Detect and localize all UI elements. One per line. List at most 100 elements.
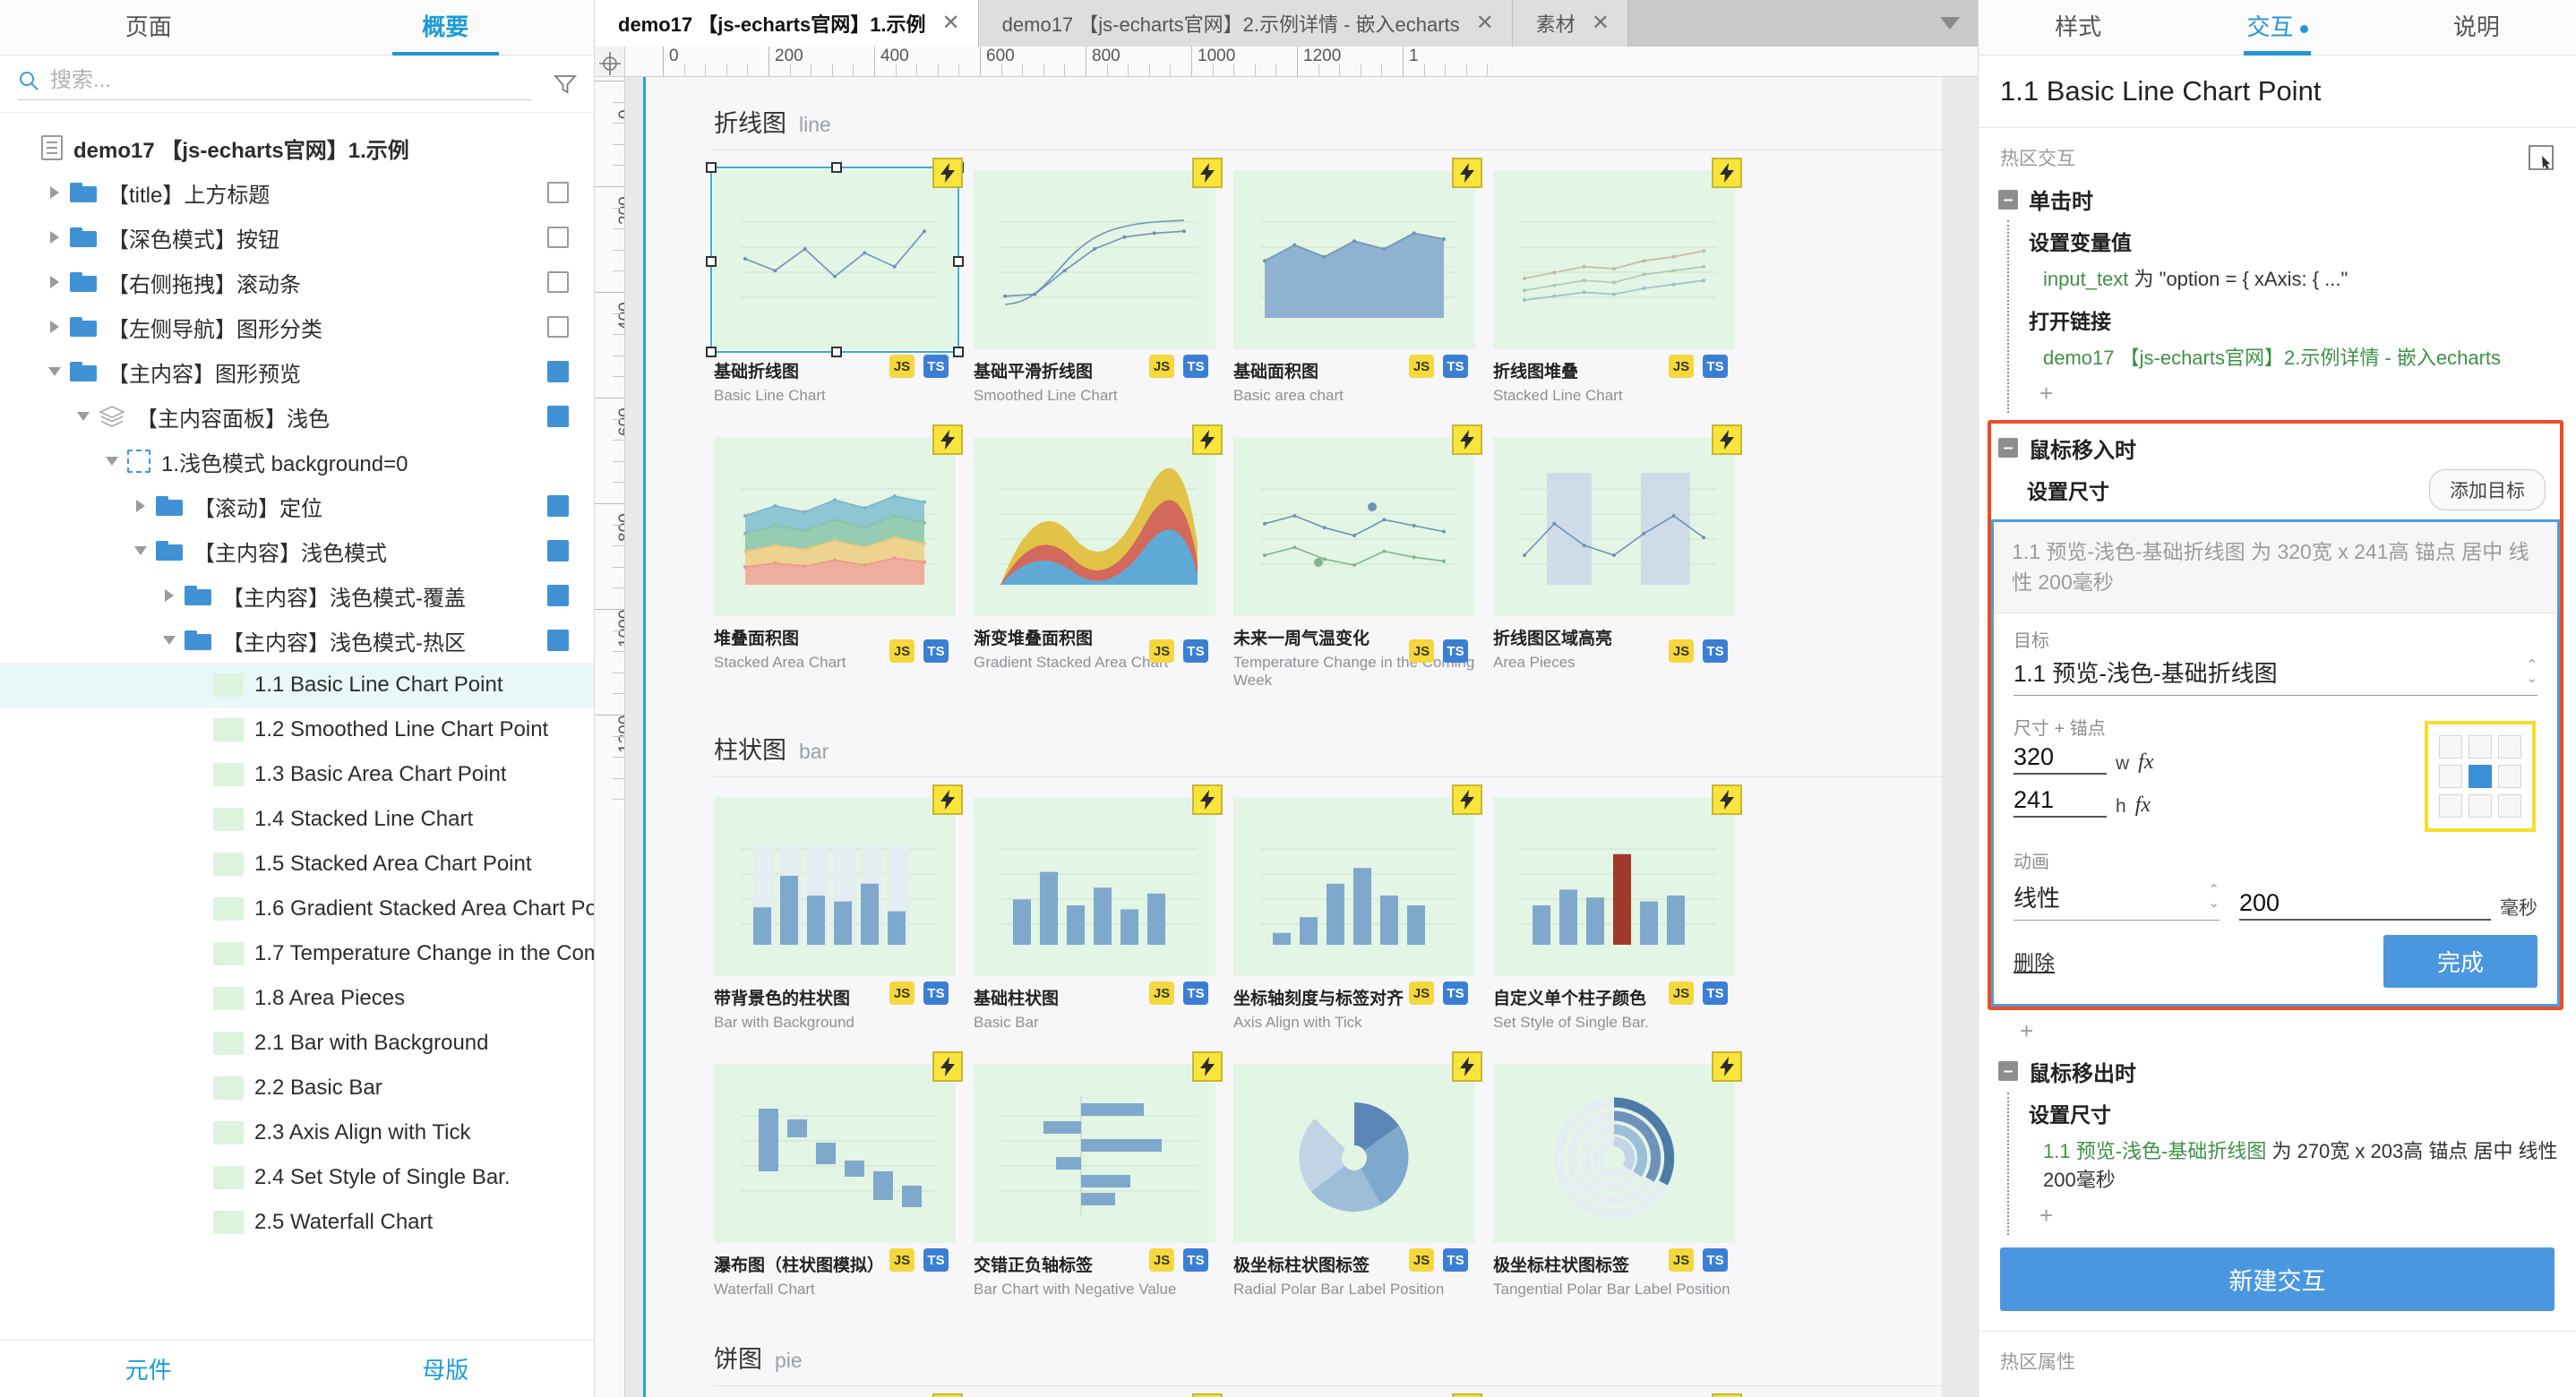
- chevron-right-icon[interactable]: [43, 181, 66, 204]
- tree-item[interactable]: 【左侧导航】图形分类: [0, 304, 594, 349]
- js-badge[interactable]: JS: [1149, 355, 1174, 378]
- interaction-bolt-icon[interactable]: [1712, 1051, 1742, 1082]
- chart-thumbnail[interactable]: [1233, 437, 1475, 616]
- chart-card[interactable]: 带背景色的柱状图 Bar with Background JS TS: [714, 784, 963, 1032]
- ts-badge[interactable]: TS: [1443, 981, 1468, 1005]
- js-badge[interactable]: JS: [1149, 981, 1174, 1005]
- chevron-right-icon[interactable]: [158, 584, 181, 607]
- target-summary[interactable]: 1.1 预览-浅色-基础折线图 为 320宽 x 241高 锚点 居中 线性 2…: [1994, 521, 2557, 613]
- anchor-cell[interactable]: [2439, 734, 2462, 758]
- tree-item[interactable]: 【主内容】图形预览: [0, 349, 594, 394]
- chart-thumbnail[interactable]: [1233, 1064, 1475, 1243]
- ts-badge[interactable]: TS: [1703, 981, 1728, 1005]
- canvas-tab-2[interactable]: 素材 ✕: [1512, 0, 1628, 47]
- canvas-tab-overflow[interactable]: [1628, 0, 1978, 47]
- tree-item[interactable]: 【滚动】定位: [0, 484, 594, 528]
- event-header-click[interactable]: – 单击时: [1979, 178, 2576, 220]
- footer-masters[interactable]: 母版: [297, 1352, 595, 1385]
- chart-card[interactable]: 基础折线图 Basic Line Chart JS TS: [706, 158, 964, 405]
- tree-item[interactable]: 【主内容】浅色模式-热区: [0, 618, 594, 663]
- close-icon[interactable]: ✕: [1592, 13, 1610, 34]
- js-badge[interactable]: JS: [889, 1248, 914, 1272]
- interaction-bolt-icon[interactable]: [1712, 158, 1742, 188]
- interaction-bolt-icon[interactable]: [1452, 158, 1482, 188]
- tree-item[interactable]: 1.8 Area Pieces: [0, 976, 594, 1021]
- tree-item[interactable]: 2.1 Bar with Background: [0, 1021, 594, 1066]
- tree-item[interactable]: 1.7 Temperature Change in the Coming: [0, 931, 594, 976]
- action-description[interactable]: demo17 【js-echarts官网】2.示例详情 - 嵌入echarts: [2023, 340, 2576, 378]
- chart-thumbnail[interactable]: [1493, 797, 1735, 976]
- tree-item[interactable]: 【主内容】浅色模式-覆盖: [0, 573, 594, 618]
- chart-thumbnail[interactable]: [974, 797, 1215, 976]
- chart-card[interactable]: 极坐标柱状图标签 Tangential Polar Bar Label Posit…: [1493, 1051, 1742, 1298]
- action-description[interactable]: 1.1 预览-浅色-基础折线图 为 270宽 x 203高 锚点 居中 线性 2…: [2023, 1134, 2576, 1200]
- js-badge[interactable]: JS: [1149, 1248, 1174, 1272]
- chart-thumbnail[interactable]: [714, 1064, 956, 1243]
- visibility-checkbox[interactable]: [547, 495, 569, 517]
- chart-card[interactable]: 折线图堆叠 Stacked Line Chart JS TS: [1493, 158, 1742, 405]
- chart-thumbnail[interactable]: [974, 170, 1215, 349]
- tree-item[interactable]: demo17 【js-echarts官网】1.示例: [0, 125, 594, 170]
- interaction-bolt-icon[interactable]: [1192, 158, 1223, 188]
- ts-badge[interactable]: TS: [1703, 639, 1728, 663]
- chart-card[interactable]: 瀑布图（柱状图模拟） Waterfall Chart JS TS: [714, 1051, 963, 1298]
- chart-thumbnail[interactable]: [714, 437, 956, 616]
- chevron-right-icon[interactable]: [129, 494, 152, 518]
- ts-badge[interactable]: TS: [1183, 1248, 1208, 1272]
- ts-badge[interactable]: TS: [1443, 639, 1468, 663]
- chevron-down-icon[interactable]: [129, 539, 152, 562]
- js-badge[interactable]: JS: [1409, 1248, 1434, 1272]
- visibility-checkbox[interactable]: [547, 316, 569, 338]
- search-box[interactable]: [18, 67, 531, 100]
- js-badge[interactable]: JS: [1149, 639, 1174, 663]
- interaction-bolt-icon[interactable]: [1452, 424, 1482, 455]
- js-badge[interactable]: JS: [1669, 355, 1694, 378]
- collapse-icon[interactable]: –: [1998, 1061, 2018, 1082]
- interaction-bolt-icon[interactable]: [1192, 1393, 1223, 1397]
- anchor-picker[interactable]: [2425, 720, 2536, 832]
- interaction-bolt-icon[interactable]: [932, 1393, 963, 1397]
- height-input[interactable]: 241: [2014, 786, 2107, 818]
- chart-thumbnail[interactable]: [1493, 1064, 1735, 1243]
- tree-item[interactable]: 1.2 Smoothed Line Chart Point: [0, 707, 594, 752]
- chart-card[interactable]: 基础平滑折线图 Smoothed Line Chart JS TS: [974, 158, 1223, 405]
- visibility-checkbox[interactable]: [547, 585, 569, 606]
- target-select[interactable]: 1.1 预览-浅色-基础折线图 ⌃ ⌄: [2014, 656, 2537, 696]
- visibility-checkbox[interactable]: [547, 406, 569, 427]
- add-target-button[interactable]: 添加目标: [2429, 468, 2546, 510]
- ts-badge[interactable]: TS: [923, 639, 949, 663]
- visibility-checkbox[interactable]: [547, 361, 569, 382]
- chart-thumbnail[interactable]: [1233, 170, 1475, 349]
- ruler-origin-icon[interactable]: [595, 47, 625, 77]
- chart-card[interactable]: 堆叠面积图 Stacked Area Chart JS TS: [714, 424, 963, 690]
- add-action-button[interactable]: +: [2023, 1200, 2576, 1235]
- tree-item[interactable]: 2.2 Basic Bar: [0, 1066, 594, 1110]
- add-action-button[interactable]: +: [2023, 378, 2576, 413]
- chart-thumbnail[interactable]: [974, 1064, 1215, 1243]
- tree-item[interactable]: 【主内容】浅色模式: [0, 528, 594, 573]
- interaction-bolt-icon[interactable]: [1192, 784, 1223, 815]
- anchor-cell[interactable]: [2498, 734, 2521, 758]
- anchor-cell[interactable]: [2469, 793, 2492, 818]
- tree-item[interactable]: 2.5 Waterfall Chart: [0, 1200, 594, 1245]
- visibility-checkbox[interactable]: [547, 540, 569, 561]
- outline-tree[interactable]: demo17 【js-echarts官网】1.示例 【title】上方标题 【深色模…: [0, 113, 594, 1340]
- interaction-bolt-icon[interactable]: [1452, 1051, 1482, 1082]
- chart-thumbnail[interactable]: [714, 170, 956, 349]
- chart-card[interactable]: 自定义单个柱子颜色 Set Style of Single Bar. JS TS: [1493, 784, 1742, 1032]
- collapse-icon[interactable]: –: [1998, 189, 2018, 210]
- js-badge[interactable]: JS: [1409, 981, 1434, 1005]
- tree-item[interactable]: 2.3 Axis Align with Tick: [0, 1110, 594, 1155]
- chart-card[interactable]: 未来一周气温变化 Temperature Change in the Coming…: [1233, 424, 1482, 690]
- spinner-icon[interactable]: ⌃ ⌄: [2208, 883, 2220, 910]
- new-interaction-button[interactable]: 新建交互: [2000, 1247, 2555, 1311]
- width-fx-button[interactable]: fx: [2138, 750, 2153, 775]
- interaction-bolt-icon[interactable]: [1192, 1051, 1223, 1082]
- js-badge[interactable]: JS: [889, 639, 914, 663]
- duration-input[interactable]: 200: [2239, 889, 2491, 921]
- tree-item[interactable]: 【主内容面板】浅色: [0, 394, 594, 439]
- anchor-cell[interactable]: [2469, 764, 2492, 788]
- event-header-mouseenter[interactable]: – 鼠标移入时: [1991, 424, 2560, 467]
- collapse-icon[interactable]: –: [1998, 438, 2018, 459]
- tab-interactions[interactable]: 交互: [2177, 9, 2376, 56]
